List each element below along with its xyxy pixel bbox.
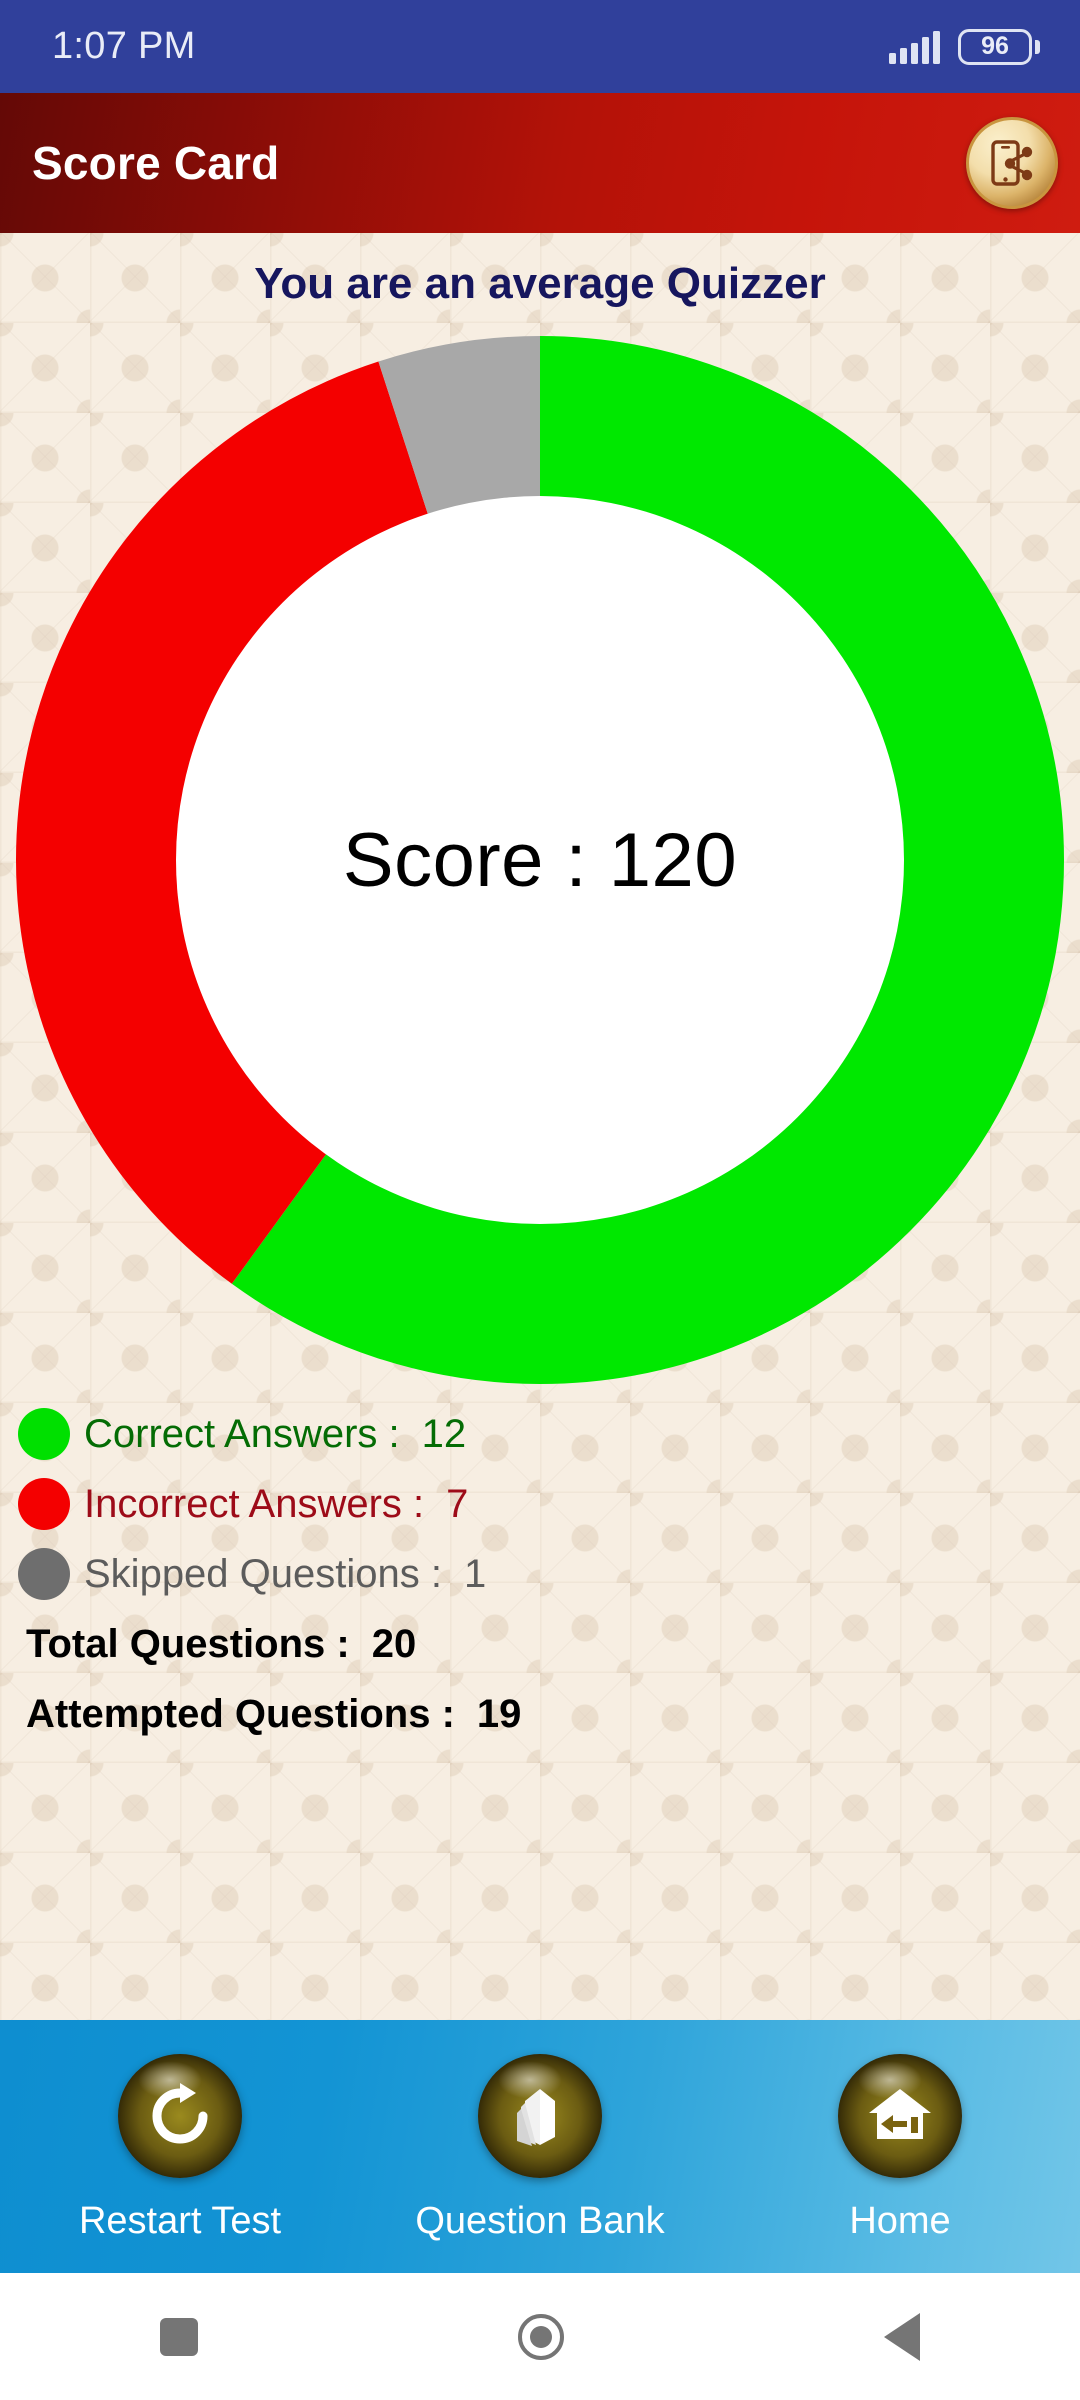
legend-value-correct: 12	[421, 1411, 467, 1456]
battery-level-label: 96	[981, 32, 1009, 60]
status-bar: 1:07 PM 96	[0, 0, 1080, 93]
restart-test-button[interactable]: Restart Test	[30, 2054, 330, 2243]
stat-label-attempted: Attempted Questions :	[26, 1691, 455, 1736]
legend-row-correct: Correct Answers : 12	[18, 1399, 1080, 1469]
legend-row-skipped: Skipped Questions : 1	[18, 1539, 1080, 1609]
home-button-badge	[838, 2054, 962, 2178]
page-title: Score Card	[32, 137, 280, 189]
restart-button-badge	[118, 2054, 242, 2178]
status-bar-icons: 96	[889, 28, 1040, 65]
question-bank-button-badge	[478, 2054, 602, 2178]
legend-row-incorrect: Incorrect Answers : 7	[18, 1469, 1080, 1539]
score-card-content: You are an average Quizzer Score : 120 C…	[0, 233, 1080, 2020]
restart-test-label: Restart Test	[78, 2200, 282, 2242]
score-summary: Correct Answers : 12 Incorrect Answers :…	[0, 1399, 1080, 1749]
home-house-icon	[869, 2089, 931, 2139]
back-button[interactable]	[884, 2312, 920, 2361]
result-headline: You are an average Quizzer	[254, 259, 826, 308]
phone-screen: 1:07 PM 96 Score Card You are an average…	[0, 0, 1080, 2400]
bottom-action-bar: Restart Test Question Bank Home	[0, 2020, 1080, 2273]
score-donut-chart: Score : 120	[0, 315, 1080, 1405]
restart-refresh-icon	[152, 2083, 208, 2144]
score-label: Score : 120	[342, 817, 738, 903]
stat-value-total: 20	[371, 1621, 417, 1666]
stat-value-attempted: 19	[476, 1691, 522, 1736]
donut-center: Score : 120	[176, 496, 904, 1224]
legend-label-skipped: Skipped Questions :	[84, 1551, 442, 1596]
home-nav-button[interactable]: Home	[750, 2054, 1050, 2243]
stat-row-total: Total Questions : 20	[18, 1609, 1080, 1679]
legend-dot-incorrect	[18, 1478, 70, 1530]
home-label: Home	[849, 2200, 951, 2242]
stat-row-attempted: Attempted Questions : 19	[18, 1679, 1080, 1749]
legend-label-correct: Correct Answers :	[84, 1411, 400, 1456]
recents-button[interactable]	[160, 2317, 198, 2356]
legend-label-incorrect: Incorrect Answers :	[84, 1481, 425, 1526]
book-icon	[517, 2089, 555, 2146]
status-bar-clock: 1:07 PM	[52, 25, 196, 67]
battery-icon: 96	[958, 28, 1040, 65]
legend-dot-correct	[18, 1408, 70, 1460]
signal-bars-icon	[889, 30, 940, 64]
stat-label-total: Total Questions :	[26, 1621, 350, 1666]
question-bank-label: Question Bank	[415, 2200, 665, 2242]
android-system-nav	[0, 2273, 1080, 2400]
share-button[interactable]	[966, 117, 1058, 209]
question-bank-button[interactable]: Question Bank	[390, 2054, 690, 2243]
legend-value-skipped: 1	[464, 1551, 487, 1596]
share-phone-icon	[991, 140, 1033, 186]
app-bar: Score Card	[0, 93, 1080, 233]
legend-value-incorrect: 7	[446, 1481, 469, 1526]
legend-dot-skipped	[18, 1548, 70, 1600]
home-button[interactable]	[518, 2313, 564, 2360]
